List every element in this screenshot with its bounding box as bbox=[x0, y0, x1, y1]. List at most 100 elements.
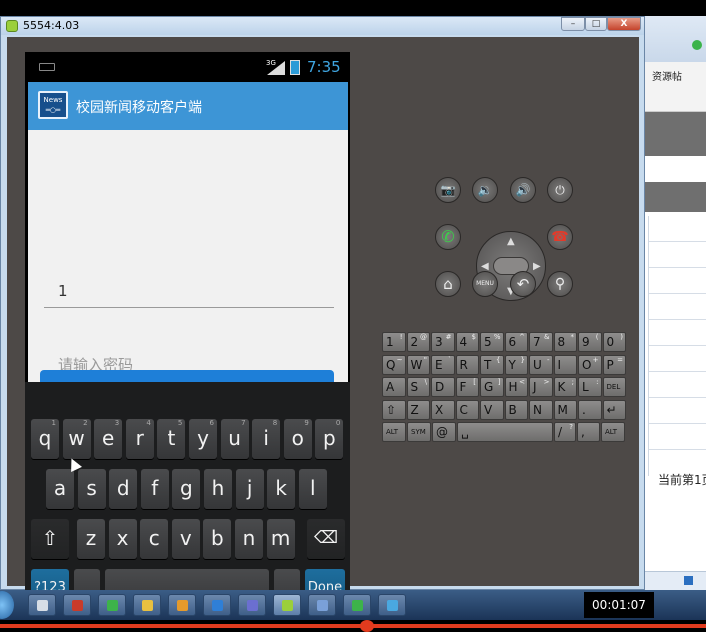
key-q[interactable]: q1 bbox=[31, 419, 59, 459]
emu-key-h[interactable]: H < bbox=[504, 377, 528, 397]
key-a[interactable]: a bbox=[46, 469, 74, 509]
back-button[interactable]: ↶ bbox=[510, 271, 536, 297]
emu-key-j[interactable]: J > bbox=[529, 377, 553, 397]
username-field[interactable]: 1 bbox=[44, 278, 334, 308]
emu-key-n[interactable]: N bbox=[529, 399, 553, 420]
emu-key-b[interactable]: B bbox=[504, 399, 528, 420]
camera-button[interactable]: 📷 bbox=[435, 177, 461, 203]
key-k[interactable]: k bbox=[267, 469, 296, 509]
emu-key-f[interactable]: F[ bbox=[455, 377, 479, 397]
emu-key-0[interactable]: 0) bbox=[602, 332, 626, 352]
emu-key-p[interactable]: P = bbox=[602, 354, 626, 375]
emu-key-m[interactable]: M bbox=[553, 399, 577, 420]
close-button[interactable]: X bbox=[607, 17, 641, 31]
key-f[interactable]: f bbox=[140, 469, 169, 509]
taskbar-app-button[interactable] bbox=[98, 594, 126, 616]
taskbar-app-button[interactable] bbox=[273, 594, 301, 616]
taskbar-app-button[interactable] bbox=[168, 594, 196, 616]
emu-key-t[interactable]: T{ bbox=[480, 354, 504, 375]
key-m[interactable]: m bbox=[266, 519, 295, 559]
emu-key-l[interactable]: L: bbox=[578, 377, 602, 397]
key-t[interactable]: t5 bbox=[157, 419, 186, 459]
shift-key[interactable]: ⇧ bbox=[31, 519, 69, 559]
emu-key-␣[interactable]: ␣ bbox=[457, 422, 553, 442]
menu-button[interactable]: MENU bbox=[472, 271, 498, 297]
emu-key-e[interactable]: E ` bbox=[431, 354, 455, 375]
emu-key-8[interactable]: 8 * bbox=[553, 332, 577, 352]
key-p[interactable]: p0 bbox=[315, 419, 344, 459]
emu-key-.[interactable]: . bbox=[578, 399, 602, 420]
emu-key-3[interactable]: 3 # bbox=[431, 332, 455, 352]
emu-key-y[interactable]: Y} bbox=[504, 354, 528, 375]
taskbar-app-button[interactable] bbox=[343, 594, 371, 616]
emu-key-6[interactable]: 6 ^ bbox=[504, 332, 528, 352]
key-h[interactable]: h bbox=[204, 469, 232, 509]
emu-key-del[interactable]: DEL bbox=[602, 377, 626, 397]
key-r[interactable]: r4 bbox=[125, 419, 154, 459]
emu-key-,[interactable]: , bbox=[577, 422, 600, 442]
emu-key-o[interactable]: O + bbox=[578, 354, 602, 375]
resource-post-tab[interactable]: 资源帖 bbox=[652, 68, 682, 83]
emu-key-@[interactable]: @ bbox=[432, 422, 456, 442]
emu-key-9[interactable]: 9( bbox=[578, 332, 602, 352]
emu-key-s[interactable]: S \ bbox=[406, 377, 430, 397]
key-g[interactable]: g bbox=[172, 469, 201, 509]
emu-key-alt[interactable]: ALT bbox=[601, 422, 625, 442]
key-v[interactable]: v bbox=[171, 519, 200, 559]
emu-key-g[interactable]: G] bbox=[480, 377, 504, 397]
home-button[interactable]: ⌂ bbox=[435, 271, 461, 297]
end-call-button[interactable]: ☎ bbox=[547, 224, 573, 250]
key-z[interactable]: z bbox=[77, 519, 105, 559]
key-w[interactable]: w2 bbox=[62, 419, 91, 459]
volume-down-button[interactable]: 🔉 bbox=[472, 177, 498, 203]
key-b[interactable]: b bbox=[203, 519, 232, 559]
key-j[interactable]: j bbox=[235, 469, 264, 509]
emu-key-⇧[interactable]: ⇧ bbox=[382, 399, 406, 420]
key-l[interactable]: l bbox=[298, 469, 327, 509]
dpad-right-arrow-icon[interactable]: ▶ bbox=[533, 261, 541, 272]
maximize-button[interactable]: □ bbox=[585, 17, 607, 31]
volume-up-button[interactable]: 🔊 bbox=[510, 177, 536, 203]
taskbar-app-button[interactable] bbox=[203, 594, 231, 616]
key-e[interactable]: e3 bbox=[94, 419, 123, 459]
key-n[interactable]: n bbox=[235, 519, 263, 559]
key-o[interactable]: o9 bbox=[283, 419, 312, 459]
search-button[interactable]: ⚲ bbox=[547, 271, 573, 297]
emu-key-/[interactable]: /? bbox=[554, 422, 576, 442]
emu-key-q[interactable]: Q ~ bbox=[382, 354, 406, 375]
key-d[interactable]: d bbox=[109, 469, 138, 509]
taskbar-app-button[interactable] bbox=[63, 594, 91, 616]
emu-key-sym[interactable]: SYM bbox=[407, 422, 431, 442]
emu-key-r[interactable]: R bbox=[455, 354, 479, 375]
taskbar-app-button[interactable] bbox=[238, 594, 266, 616]
emu-key-k[interactable]: K; bbox=[553, 377, 577, 397]
minimize-button[interactable]: – bbox=[561, 17, 585, 31]
emu-key-i[interactable]: I bbox=[553, 354, 577, 375]
emu-key-z[interactable]: Z bbox=[406, 399, 430, 420]
key-y[interactable]: y6 bbox=[189, 419, 217, 459]
emu-key-5[interactable]: 5% bbox=[480, 332, 504, 352]
backspace-key[interactable]: ⌫ bbox=[307, 519, 345, 559]
login-button[interactable] bbox=[40, 370, 334, 382]
emu-key-u[interactable]: U- bbox=[529, 354, 553, 375]
emu-key-v[interactable]: V bbox=[480, 399, 504, 420]
emu-key-a[interactable]: A bbox=[382, 377, 406, 397]
power-button[interactable]: ⏻ bbox=[547, 177, 573, 203]
emu-key-1[interactable]: 1! bbox=[382, 332, 406, 352]
key-i[interactable]: i8 bbox=[252, 419, 281, 459]
emu-key-d[interactable]: D bbox=[431, 377, 455, 397]
key-s[interactable]: s bbox=[77, 469, 106, 509]
dpad-up-arrow-icon[interactable]: ▲ bbox=[507, 236, 515, 247]
call-button[interactable]: ✆ bbox=[435, 224, 461, 250]
emu-key-4[interactable]: 4 $ bbox=[455, 332, 479, 352]
emu-key-w[interactable]: W " bbox=[406, 354, 430, 375]
emu-key-7[interactable]: 7 & bbox=[529, 332, 553, 352]
window-title-bar[interactable]: 5554:4.03 – □ X bbox=[1, 17, 644, 35]
refresh-icon[interactable] bbox=[692, 40, 702, 50]
emu-key-alt[interactable]: ALT bbox=[382, 422, 406, 442]
emu-key-↵[interactable]: ↵ bbox=[602, 399, 626, 420]
progress-knob[interactable] bbox=[360, 620, 374, 632]
key-u[interactable]: u7 bbox=[220, 419, 249, 459]
taskbar-app-button[interactable] bbox=[308, 594, 336, 616]
emu-key-c[interactable]: C bbox=[455, 399, 479, 420]
